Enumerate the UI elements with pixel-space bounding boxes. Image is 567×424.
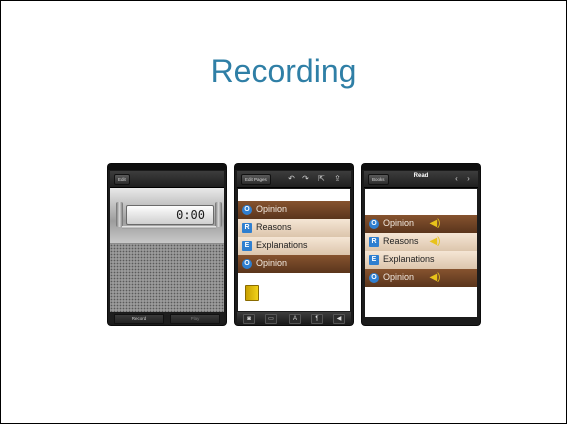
strip-opinion[interactable]: O Opinion (238, 201, 350, 219)
strip-label: Opinion (256, 204, 288, 214)
edit-button[interactable]: Edit (114, 174, 130, 185)
status-bar (235, 164, 353, 170)
speaker-icon[interactable]: ◀) (429, 218, 441, 230)
explanations-badge-icon: E (242, 241, 252, 251)
opinion-badge-icon: O (369, 219, 379, 229)
recorder-bottom-bar: Record Play (110, 313, 224, 324)
strip-opinion[interactable]: O Opinion ◀) (365, 215, 477, 233)
editor-screenshot: Edit Pages ↶ ↷ ⇱ ⇪ O Opinion R Reasons E… (235, 164, 353, 325)
strip-reasons[interactable]: R Reasons ◀) (365, 233, 477, 251)
recorder-screen: 0:00 (110, 188, 224, 312)
strip-label: Reasons (383, 236, 419, 246)
editor-page: O Opinion R Reasons E Explanations O Opi… (238, 189, 350, 311)
speaker-grille (110, 244, 224, 312)
record-button[interactable]: Record (114, 314, 164, 324)
recording-time: 0:00 (176, 208, 205, 222)
sound-icon[interactable]: ◀ (333, 314, 345, 324)
editor-nav-bar: Edit Pages ↶ ↷ ⇱ ⇪ (237, 171, 351, 188)
recording-book-icon[interactable] (245, 285, 259, 301)
previous-page-icon[interactable]: ‹ (452, 174, 461, 183)
export-icon[interactable]: ⇪ (333, 174, 342, 183)
strip-opinion[interactable]: O Opinion (238, 255, 350, 273)
strip-label: Reasons (256, 222, 292, 232)
speaker-icon[interactable]: ◀) (429, 236, 441, 248)
editor-toolbar: ◙ ▭ A ¶ ◀ (237, 312, 351, 324)
slide: Recording Edit 0:00 Record Play Edit Pag… (0, 0, 567, 424)
reasons-badge-icon: R (369, 237, 379, 247)
text-icon[interactable]: A (289, 314, 301, 324)
format-icon[interactable]: ¶ (311, 314, 323, 324)
meter-knob-right (215, 202, 222, 227)
strip-label: Opinion (256, 258, 288, 268)
undo-icon[interactable]: ↶ (287, 174, 296, 183)
slide-title: Recording (210, 53, 357, 89)
meter-knob-left (116, 202, 123, 227)
recorder-meter-panel: 0:00 (110, 188, 224, 243)
opinion-badge-icon: O (242, 259, 252, 269)
strip-label: Opinion (383, 218, 415, 228)
level-bar (122, 226, 216, 229)
strip-explanations[interactable]: E Explanations (365, 251, 477, 269)
opinion-badge-icon: O (369, 273, 379, 283)
edit-pages-button[interactable]: Edit Pages (241, 174, 271, 185)
folder-icon[interactable]: ▭ (265, 314, 277, 324)
recorder-nav-bar: Edit (110, 171, 224, 188)
explanations-badge-icon: E (369, 255, 379, 265)
strip-label: Opinion (383, 272, 415, 282)
redo-icon[interactable]: ↷ (301, 174, 310, 183)
speaker-icon[interactable]: ◀) (429, 272, 441, 284)
reader-page: O Opinion ◀) R Reasons ◀) E Explanations… (365, 189, 477, 317)
status-bar (108, 164, 226, 170)
strip-reasons[interactable]: R Reasons (238, 219, 350, 237)
share-icon[interactable]: ⇱ (317, 174, 326, 183)
reasons-badge-icon: R (242, 223, 252, 233)
strip-opinion[interactable]: O Opinion ◀) (365, 269, 477, 287)
opinion-badge-icon: O (242, 205, 252, 215)
strip-label: Explanations (383, 254, 435, 264)
status-bar (362, 164, 480, 170)
reader-nav-bar: Books Read ‹ › (364, 171, 478, 188)
next-page-icon[interactable]: › (464, 174, 473, 183)
reader-screenshot: Books Read ‹ › O Opinion ◀) R Reasons ◀)… (362, 164, 480, 325)
recorder-screenshot: Edit 0:00 Record Play (108, 164, 226, 325)
strip-explanations[interactable]: E Explanations (238, 237, 350, 255)
play-button[interactable]: Play (170, 314, 220, 324)
strip-label: Explanations (256, 240, 308, 250)
camera-icon[interactable]: ◙ (243, 314, 255, 324)
time-display: 0:00 (126, 205, 214, 225)
